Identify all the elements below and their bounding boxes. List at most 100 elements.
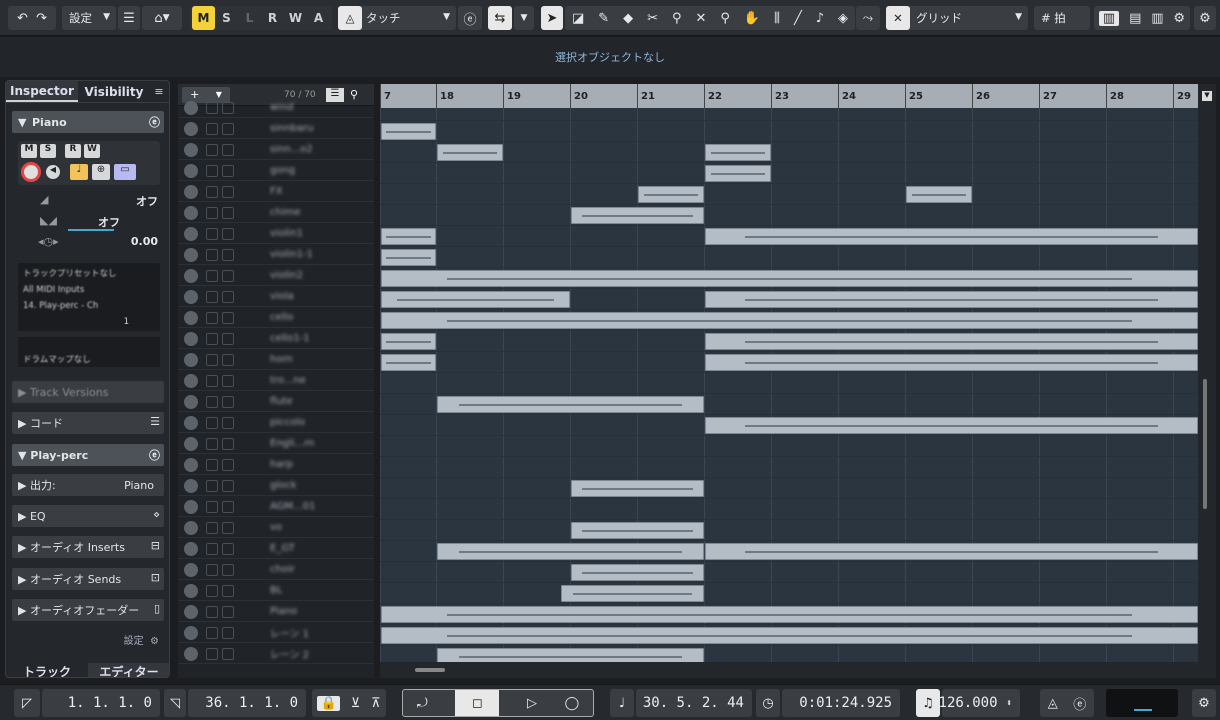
solo-toggle[interactable]: [222, 185, 234, 198]
pan-slider[interactable]: [68, 229, 114, 231]
right-locator-field[interactable]: 36. 1. 1. 0: [188, 689, 306, 717]
midi-part[interactable]: [437, 144, 503, 161]
midi-part[interactable]: [381, 249, 436, 266]
track-row[interactable]: glock: [178, 476, 374, 496]
instrument-section[interactable]: ▼ Play-perc ⓔ: [12, 444, 164, 466]
track-row[interactable]: harp: [178, 455, 374, 475]
solo-toggle[interactable]: [222, 374, 234, 387]
solo-button[interactable]: S: [215, 6, 238, 30]
midi-part[interactable]: [561, 585, 704, 602]
midi-output-field[interactable]: 14. Play-perc - Ch: [23, 298, 155, 314]
midi-part[interactable]: [381, 354, 436, 371]
auto-button[interactable]: A: [307, 6, 330, 30]
solo-toggle[interactable]: [222, 626, 234, 639]
left-zone-icon[interactable]: ▥: [1098, 10, 1120, 26]
hand-tool-icon[interactable]: ✋: [744, 11, 760, 26]
event-grid[interactable]: [380, 108, 1198, 662]
glue-tool-icon[interactable]: ⚲: [672, 11, 682, 26]
midi-part[interactable]: [381, 627, 1198, 644]
redo-icon[interactable]: ↷: [36, 11, 47, 26]
metronome-icon[interactable]: ◬: [1048, 696, 1058, 711]
horizontal-scrollbar[interactable]: [380, 662, 1198, 678]
midi-part[interactable]: [381, 123, 436, 140]
track-row[interactable]: violin1: [178, 224, 374, 244]
midi-part[interactable]: [705, 543, 1198, 560]
solo-toggle[interactable]: [222, 605, 234, 618]
solo-toggle[interactable]: [222, 122, 234, 135]
mute-tool-icon[interactable]: ✕: [695, 11, 706, 26]
solo-toggle[interactable]: [222, 563, 234, 576]
cycle-icon[interactable]: ⤾: [417, 696, 428, 711]
track-row[interactable]: violin1-1: [178, 245, 374, 265]
mute-toggle[interactable]: [206, 521, 218, 534]
track-row[interactable]: sinnbaru: [178, 119, 374, 139]
solo-toggle[interactable]: [222, 227, 234, 240]
menu-icon[interactable]: ≡: [150, 81, 168, 102]
track-name-section[interactable]: ▼ Piano ⓔ: [12, 111, 164, 133]
track-row[interactable]: gong: [178, 161, 374, 181]
mute-toggle[interactable]: [206, 164, 218, 177]
mini-mute-button[interactable]: M: [21, 144, 37, 158]
vertical-scrollbar[interactable]: ▼: [1198, 84, 1216, 678]
play-icon[interactable]: ▷: [527, 696, 537, 711]
punch-in-icon[interactable]: ⊻: [351, 696, 361, 711]
inserts-section[interactable]: ▶ オーディオ Inserts ⊟: [12, 536, 164, 558]
sync-icon-2[interactable]: ⓔ: [1073, 694, 1086, 713]
read-button[interactable]: R: [261, 6, 284, 30]
clock-icon[interactable]: ◷: [756, 689, 780, 717]
track-row[interactable]: cello: [178, 308, 374, 328]
lock-icon-2[interactable]: 🔒: [317, 695, 340, 711]
snap-type-dropdown[interactable]: ✕ グリッド ▼: [886, 6, 1028, 30]
mute-toggle[interactable]: [206, 500, 218, 513]
left-locator-field[interactable]: 1. 1. 1. 0: [42, 689, 160, 717]
stepper-icon[interactable]: ⬍: [1006, 698, 1012, 709]
track-row[interactable]: flute: [178, 392, 374, 412]
midi-part[interactable]: [705, 228, 1198, 245]
tempo-track-icon[interactable]: ♫: [916, 689, 940, 717]
solo-toggle[interactable]: [222, 143, 234, 156]
solo-toggle[interactable]: [222, 584, 234, 597]
solo-toggle[interactable]: [222, 395, 234, 408]
settings-gear-icon[interactable]: ⚙: [1194, 6, 1216, 30]
mute-toggle[interactable]: [206, 311, 218, 324]
mute-toggle[interactable]: [206, 416, 218, 429]
mute-toggle[interactable]: [206, 227, 218, 240]
erase-tool-icon[interactable]: ◆: [623, 11, 633, 26]
mute-toggle[interactable]: [206, 122, 218, 135]
midi-part[interactable]: [705, 417, 1198, 434]
midi-part[interactable]: [381, 228, 436, 245]
snap-icon[interactable]: ⤳: [856, 6, 880, 30]
track-row[interactable]: Piano: [178, 602, 374, 622]
chord-section[interactable]: ▶ コード ☰: [12, 412, 164, 434]
track-row[interactable]: choir: [178, 560, 374, 580]
solo-toggle[interactable]: [222, 647, 234, 660]
sends-section[interactable]: ▶ オーディオ Sends ⊡: [12, 568, 164, 590]
solo-toggle[interactable]: [222, 269, 234, 282]
speaker-icon[interactable]: ♪: [816, 11, 824, 26]
midi-part[interactable]: [381, 270, 1198, 287]
quantize-dropdown[interactable]: # 拍: [1034, 6, 1090, 30]
monitor-icon[interactable]: ◀: [46, 165, 60, 179]
mute-toggle[interactable]: [206, 542, 218, 555]
track-row[interactable]: sinn...o2: [178, 140, 374, 160]
delay-value[interactable]: 0.00: [131, 235, 158, 248]
note-icon[interactable]: ♩: [70, 164, 88, 180]
midi-part[interactable]: [638, 186, 704, 203]
mute-toggle[interactable]: [206, 143, 218, 156]
record-enable-button[interactable]: [21, 162, 41, 182]
setup-dropdown[interactable]: 設定 ▼: [62, 6, 116, 30]
midi-part[interactable]: [437, 543, 704, 560]
listen-button[interactable]: L: [238, 6, 261, 30]
solo-toggle[interactable]: [222, 458, 234, 471]
position-bars-field[interactable]: 30. 5. 2. 44: [636, 689, 752, 717]
solo-toggle[interactable]: [222, 332, 234, 345]
track-row[interactable]: FX: [178, 182, 374, 202]
midi-channel-field[interactable]: 1: [23, 314, 155, 330]
solo-toggle[interactable]: [222, 353, 234, 366]
record-icon[interactable]: ◯: [565, 696, 580, 711]
solo-toggle[interactable]: [222, 542, 234, 555]
sync-icon[interactable]: ⓔ: [458, 6, 482, 30]
track-row[interactable]: tro...ne: [178, 371, 374, 391]
mute-toggle[interactable]: [206, 584, 218, 597]
mute-toggle[interactable]: [206, 374, 218, 387]
